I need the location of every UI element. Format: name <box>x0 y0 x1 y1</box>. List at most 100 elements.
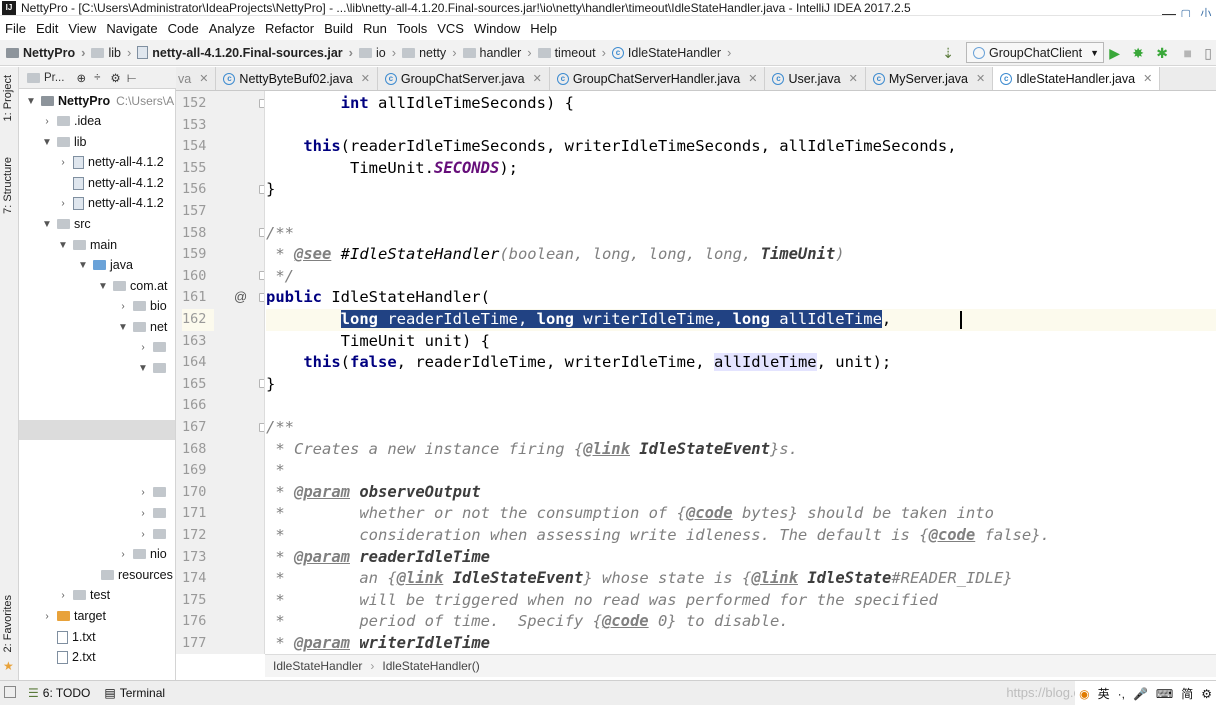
chevron-right-icon[interactable]: › <box>41 611 53 622</box>
crumb-handler[interactable]: handler › <box>457 45 532 60</box>
chevron-right-icon[interactable]: › <box>41 116 53 127</box>
tool-windows-icon[interactable] <box>4 686 16 698</box>
menu-help[interactable]: Help <box>525 21 562 36</box>
tab-groupchatserver[interactable]: c GroupChatServer.java ✕ <box>378 67 550 90</box>
menu-run[interactable]: Run <box>358 21 392 36</box>
chevron-down-icon[interactable]: ▼ <box>137 363 149 374</box>
tree-item-target[interactable]: › target <box>19 606 175 626</box>
menu-build[interactable]: Build <box>319 21 358 36</box>
tree-item-idea[interactable]: › .idea <box>19 111 175 131</box>
terminal-tool-button[interactable]: ▤ Terminal <box>104 686 165 700</box>
tree-item-nio[interactable]: › nio <box>19 544 175 564</box>
close-icon[interactable]: ✕ <box>361 72 370 85</box>
run-config-select[interactable]: GroupChatClient ▼ <box>966 42 1104 63</box>
menu-vcs[interactable]: VCS <box>432 21 469 36</box>
hide-icon[interactable]: ⊢ <box>127 71 137 85</box>
menu-analyze[interactable]: Analyze <box>204 21 260 36</box>
coverage-icon[interactable]: ✱ <box>1156 45 1168 62</box>
todo-tool-button[interactable]: ☰ 6: TODO <box>28 686 90 700</box>
tree-item-jar-2[interactable]: netty-all-4.1.2 <box>19 173 175 193</box>
tab-idlestatehandler[interactable]: c IdleStateHandler.java ✕ <box>993 67 1161 90</box>
favorites-tool-tab[interactable]: 2: Favorites <box>2 595 14 652</box>
tree-item-nettypro[interactable]: ▼ NettyPro C:\Users\A <box>19 91 175 111</box>
chevron-down-icon[interactable]: ▼ <box>77 260 89 271</box>
close-icon[interactable]: ✕ <box>199 72 208 85</box>
fold-marker-icon[interactable] <box>259 99 264 108</box>
ime-settings-icon[interactable]: ⚙ <box>1201 687 1212 701</box>
crumb-lib[interactable]: lib › <box>85 45 131 60</box>
locate-icon[interactable]: ⊕ <box>76 71 86 85</box>
tab-nettybytebuf02[interactable]: c NettyByteBuf02.java ✕ <box>216 67 378 90</box>
tab-groupchatserverhandler[interactable]: c GroupChatServerHandler.java ✕ <box>550 67 766 90</box>
ime-mic-icon[interactable]: 🎤 <box>1133 687 1148 701</box>
chevron-down-icon[interactable]: ▼ <box>25 96 37 107</box>
chevron-right-icon[interactable]: › <box>117 301 129 312</box>
fold-marker-icon[interactable] <box>259 423 264 432</box>
chevron-right-icon[interactable]: › <box>137 487 149 498</box>
chevron-right-icon[interactable]: › <box>137 508 149 519</box>
run-icon[interactable]: ▶ <box>1109 45 1120 62</box>
menu-code[interactable]: Code <box>163 21 204 36</box>
tree-item-java[interactable]: ▼ java <box>19 255 175 275</box>
tree-item-jar-3[interactable]: › netty-all-4.1.2 <box>19 193 175 213</box>
tree-item-2txt[interactable]: 2.txt <box>19 647 175 667</box>
tree-item-com-at[interactable]: ▼ com.at <box>19 276 175 296</box>
close-icon[interactable]: ✕ <box>976 72 985 85</box>
menu-view[interactable]: View <box>63 21 101 36</box>
chevron-down-icon[interactable]: ▼ <box>97 281 109 292</box>
close-icon[interactable]: ✕ <box>1143 72 1152 85</box>
chevron-down-icon[interactable]: ▼ <box>41 137 53 148</box>
menu-navigate[interactable]: Navigate <box>101 21 162 36</box>
crumb-io[interactable]: io › <box>353 45 396 60</box>
chevron-down-icon[interactable]: ▼ <box>41 219 53 230</box>
close-icon[interactable]: ✕ <box>533 72 542 85</box>
chevron-right-icon[interactable]: › <box>57 198 69 209</box>
tree-item-pkg-5[interactable]: › <box>19 524 175 544</box>
tree-item-bio[interactable]: › bio <box>19 296 175 316</box>
split-icon[interactable]: ÷ <box>94 72 100 84</box>
tree-item-resources[interactable]: resources <box>19 565 175 585</box>
tree-item-pkg-2[interactable]: ▼ <box>19 358 175 378</box>
close-icon[interactable]: ✕ <box>849 72 858 85</box>
menu-tools[interactable]: Tools <box>392 21 432 36</box>
chevron-right-icon[interactable]: › <box>117 549 129 560</box>
fold-marker-icon[interactable] <box>259 228 264 237</box>
crumb-project[interactable]: NettyPro › <box>0 45 85 60</box>
tree-item-pkg-4[interactable]: › <box>19 503 175 523</box>
tab-user[interactable]: c User.java ✕ <box>765 67 866 90</box>
project-tool-tab[interactable]: 1: Project <box>2 75 14 121</box>
ime-lang[interactable]: 英 <box>1098 685 1110 702</box>
tree-item-selected[interactable] <box>19 420 175 440</box>
structure-tool-tab[interactable]: 7: Structure <box>2 157 14 214</box>
chevron-right-icon[interactable]: › <box>57 157 69 168</box>
tree-item-jar-1[interactable]: › netty-all-4.1.2 <box>19 152 175 172</box>
tab-myserver[interactable]: c MyServer.java ✕ <box>866 67 994 90</box>
code-editor[interactable]: int allIdleTimeSeconds) { this(readerIdl… <box>266 91 1216 654</box>
menu-edit[interactable]: Edit <box>31 21 63 36</box>
crumb-timeout[interactable]: timeout › <box>532 45 606 60</box>
tree-item-netty[interactable]: ▼ net <box>19 317 175 337</box>
tree-item-src[interactable]: ▼ src <box>19 214 175 234</box>
project-view-selector[interactable]: Pr... <box>44 72 64 84</box>
tree-item-main[interactable]: ▼ main <box>19 235 175 255</box>
tree-item-pkg-1[interactable]: › <box>19 337 175 357</box>
fold-marker-icon[interactable] <box>259 185 264 194</box>
tree-item-lib[interactable]: ▼ lib <box>19 132 175 152</box>
fold-marker-icon[interactable] <box>259 271 264 280</box>
crumb-class[interactable]: c IdleStateHandler › <box>606 45 731 60</box>
tree-item-test[interactable]: › test <box>19 585 175 605</box>
chevron-right-icon[interactable]: › <box>137 342 149 353</box>
ime-keyboard-icon[interactable]: ⌨ <box>1156 687 1173 701</box>
more-icon[interactable]: ▯ <box>1204 45 1212 62</box>
gear-icon[interactable]: ⚙ <box>110 71 120 85</box>
override-icon[interactable]: @ <box>234 289 247 304</box>
editor-crumb-class[interactable]: IdleStateHandler <box>273 659 362 673</box>
menu-window[interactable]: Window <box>469 21 525 36</box>
crumb-jar[interactable]: netty-all-4.1.20.Final-sources.jar › <box>131 45 353 60</box>
menu-file[interactable]: File <box>0 21 31 36</box>
tab-partial[interactable]: va ✕ <box>176 67 217 90</box>
fold-marker-icon[interactable] <box>259 379 264 388</box>
chevron-down-icon[interactable]: ▼ <box>57 240 69 251</box>
chevron-right-icon[interactable]: › <box>57 590 69 601</box>
debug-icon[interactable]: ✸ <box>1132 45 1144 62</box>
